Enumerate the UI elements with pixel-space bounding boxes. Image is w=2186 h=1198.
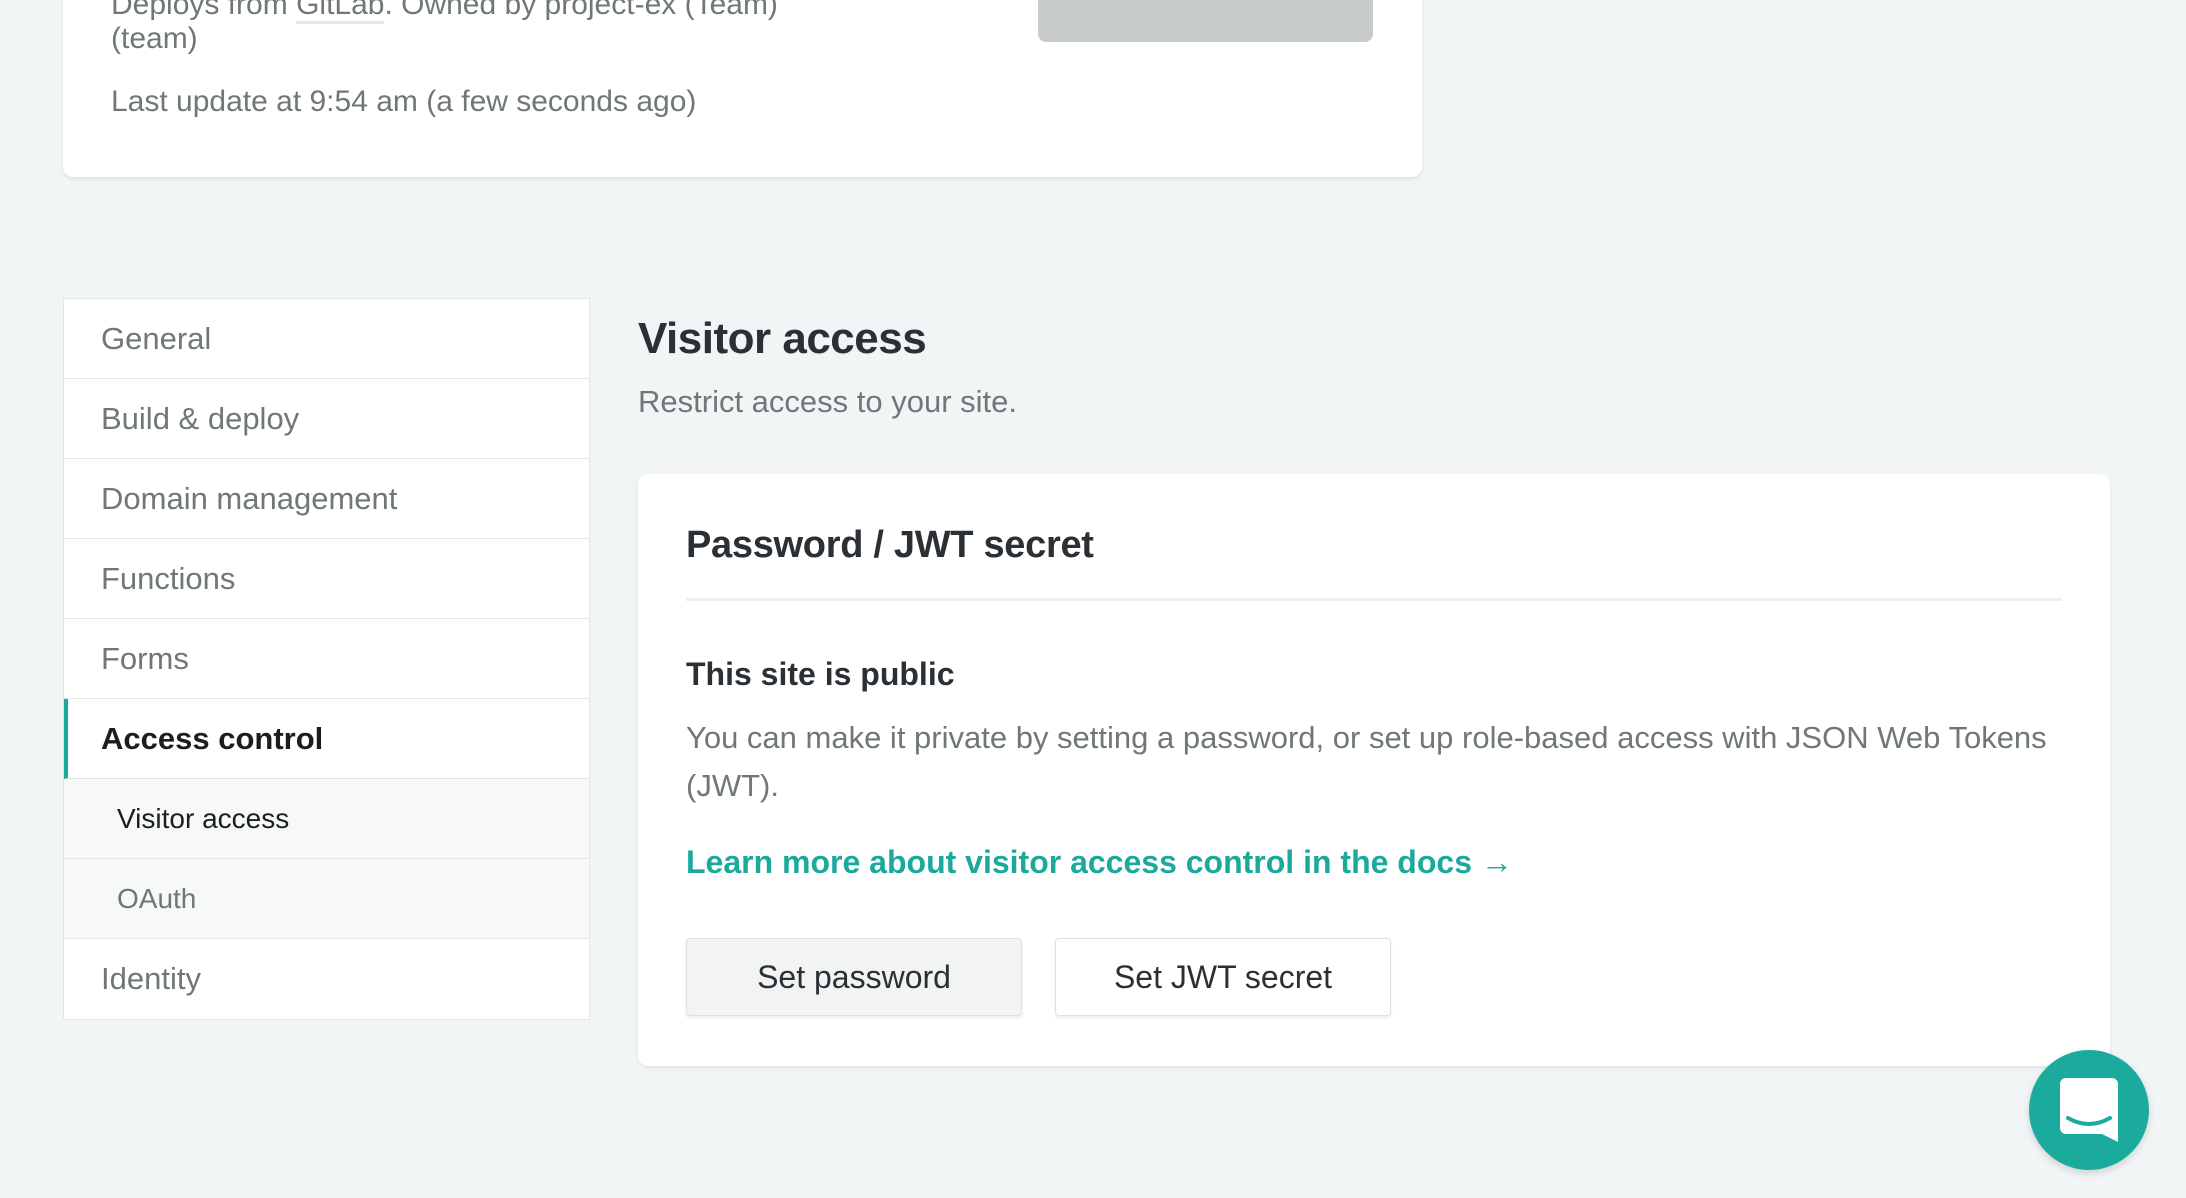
- last-update: Last update at 9:54 am (a few seconds ag…: [111, 85, 697, 118]
- sidebar-subitem-oauth[interactable]: OAuth: [64, 859, 589, 939]
- deploy-suffix: . Owned by project-ex (Team): [384, 0, 778, 21]
- card-title: Password / JWT secret: [686, 524, 1094, 566]
- docs-link[interactable]: Learn more about visitor access control …: [686, 844, 1513, 881]
- chat-bubble-icon: [2060, 1078, 2118, 1142]
- chat-widget-button[interactable]: [2029, 1050, 2149, 1170]
- site-overview-card: Deploys from GitLab. Owned by project-ex…: [63, 0, 1422, 177]
- set-password-button[interactable]: Set password: [686, 938, 1022, 1016]
- set-jwt-secret-button[interactable]: Set JWT secret: [1055, 938, 1391, 1016]
- divider: [686, 598, 2062, 601]
- sidebar-item-forms[interactable]: Forms: [64, 619, 589, 699]
- deploy-prefix: Deploys from: [111, 0, 297, 21]
- settings-sidebar: General Build & deploy Domain management…: [63, 298, 590, 1020]
- sidebar-item-functions[interactable]: Functions: [64, 539, 589, 619]
- deploy-source-link[interactable]: GitLab: [296, 0, 385, 24]
- sidebar-item-identity[interactable]: Identity: [64, 939, 589, 1019]
- access-description: You can make it private by setting a pas…: [686, 720, 2047, 803]
- sidebar-item-build-deploy[interactable]: Build & deploy: [64, 379, 589, 459]
- page-title: Visitor access: [638, 314, 927, 363]
- site-preview-thumbnail[interactable]: [1038, 0, 1373, 42]
- sidebar-subitem-visitor-access[interactable]: Visitor access: [64, 779, 589, 859]
- access-status: This site is public: [686, 656, 955, 692]
- owner-line: (team): [111, 22, 198, 55]
- deploy-info: Deploys from GitLab. Owned by project-ex…: [111, 0, 778, 24]
- sidebar-item-domain-management[interactable]: Domain management: [64, 459, 589, 539]
- sidebar-item-general[interactable]: General: [64, 299, 589, 379]
- page-subtitle: Restrict access to your site.: [638, 384, 1018, 419]
- sidebar-item-access-control[interactable]: Access control: [64, 699, 589, 779]
- password-jwt-card: Password / JWT secret This site is publi…: [638, 474, 2110, 1066]
